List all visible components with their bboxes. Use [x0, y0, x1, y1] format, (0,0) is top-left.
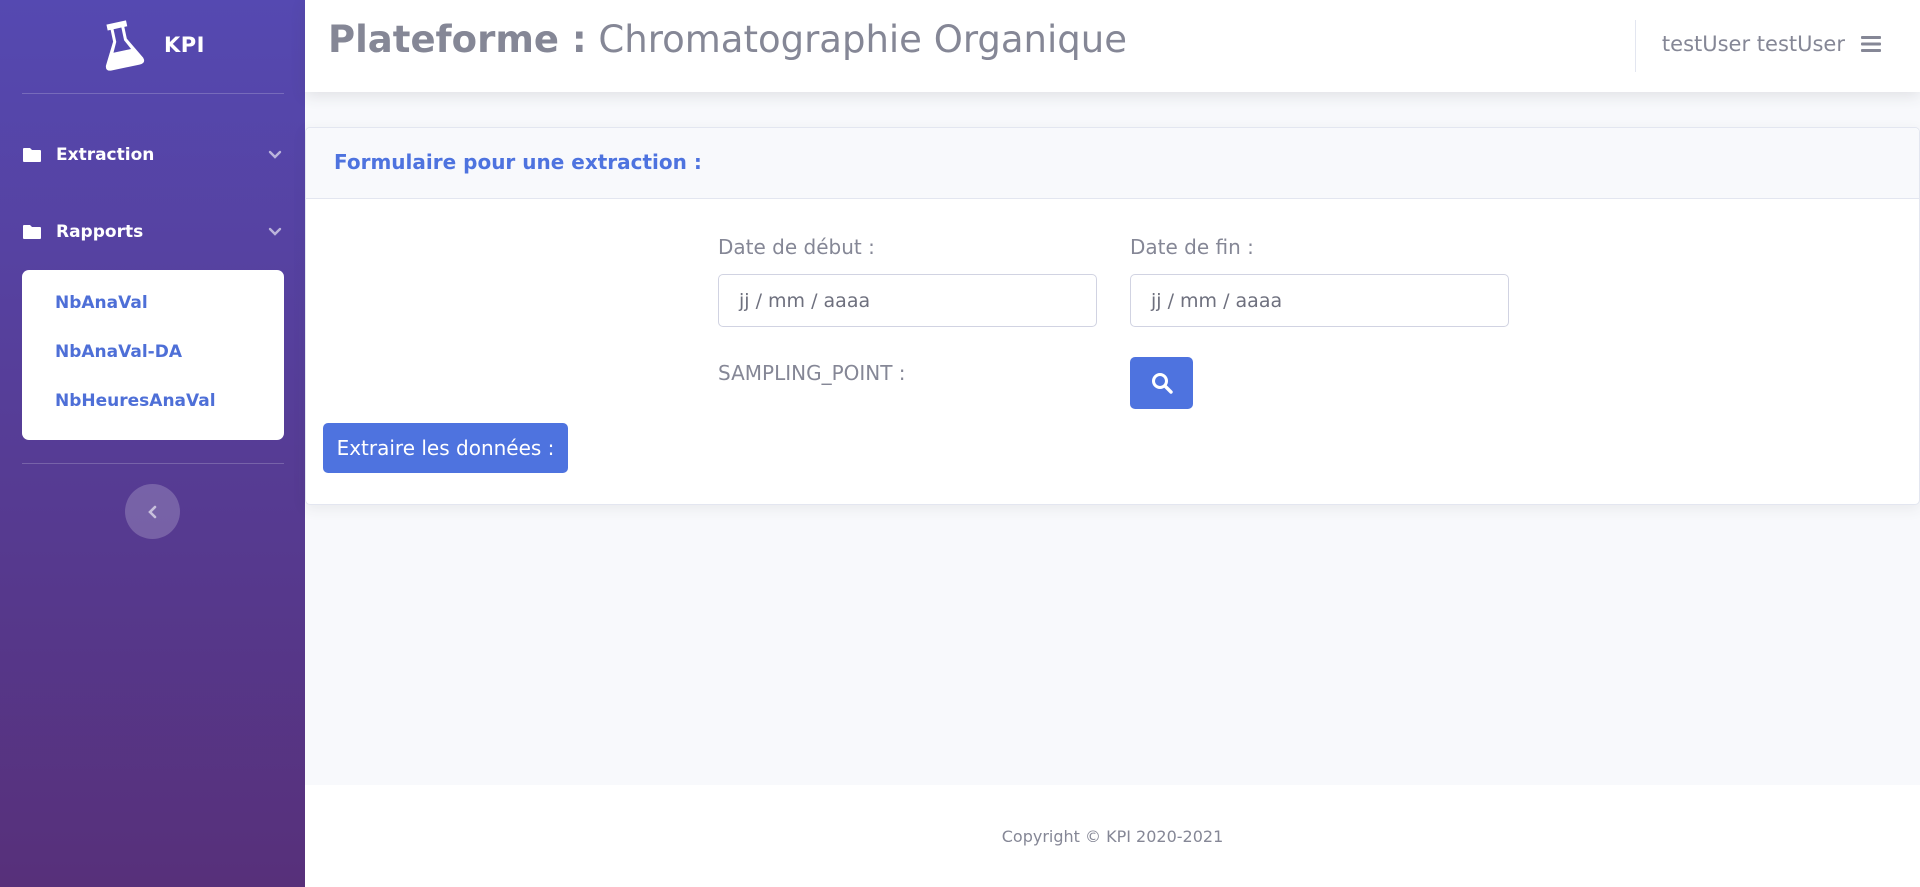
submenu-item-nbanaval-da[interactable]: NbAnaVal-DA [22, 331, 284, 380]
page-title-prefix: Plateforme : [328, 18, 587, 61]
end-date-label: Date de fin : [1130, 235, 1254, 259]
sidebar-toggle-button[interactable] [125, 484, 180, 539]
sidebar-divider [22, 463, 284, 464]
sampling-point-label: SAMPLING_POINT : [718, 361, 906, 385]
topbar: Plateforme : Chromatographie Organique t… [305, 0, 1920, 92]
footer: Copyright © KPI 2020-2021 [305, 785, 1920, 887]
page-title: Plateforme : Chromatographie Organique [328, 18, 1127, 61]
sidebar-item-label: Extraction [56, 145, 155, 165]
start-date-label: Date de début : [718, 235, 875, 259]
rapports-submenu: NbAnaVal NbAnaVal-DA NbHeuresAnaVal [22, 270, 284, 440]
chevron-down-icon [268, 227, 282, 236]
card-header: Formulaire pour une extraction : [306, 128, 1919, 199]
bars-icon[interactable] [1861, 35, 1881, 53]
sidebar-item-extraction[interactable]: Extraction [22, 135, 284, 175]
flask-icon [105, 20, 145, 71]
brand[interactable]: KPI [0, 0, 305, 90]
end-date-input[interactable]: jj / mm / aaaa [1130, 274, 1509, 327]
chevron-left-icon [147, 505, 156, 518]
search-button[interactable] [1130, 357, 1193, 409]
topbar-divider [1635, 20, 1636, 72]
end-date-value: jj / mm / aaaa [1151, 289, 1283, 312]
search-icon [1151, 373, 1173, 394]
sidebar-item-label: Rapports [56, 222, 144, 242]
submenu-item-nbanaval[interactable]: NbAnaVal [22, 282, 284, 331]
user-name[interactable]: testUser testUser [1662, 32, 1845, 56]
submenu-item-nbheuresanaval[interactable]: NbHeuresAnaVal [22, 380, 284, 429]
extraction-form-card: Formulaire pour une extraction : Date de… [305, 127, 1920, 505]
brand-name: KPI [164, 33, 205, 57]
sidebar-item-rapports[interactable]: Rapports [22, 212, 284, 252]
start-date-value: jj / mm / aaaa [739, 289, 871, 312]
copyright-text: Copyright © KPI 2020-2021 [1001, 826, 1224, 846]
folder-icon [23, 225, 41, 239]
folder-icon [23, 148, 41, 162]
start-date-input[interactable]: jj / mm / aaaa [718, 274, 1097, 327]
page-title-text: Chromatographie Organique [598, 18, 1127, 61]
card-title: Formulaire pour une extraction : [334, 150, 702, 174]
extract-data-button[interactable]: Extraire les données : [323, 423, 568, 473]
sidebar-divider [22, 93, 284, 94]
sidebar: KPI Extraction Rapports NbAnaVal NbAnaVa… [0, 0, 305, 887]
chevron-down-icon [268, 150, 282, 159]
